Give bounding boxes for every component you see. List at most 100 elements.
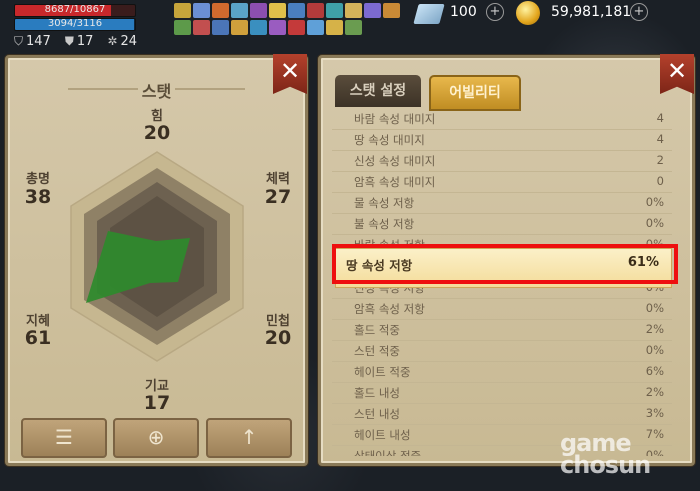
gem-icon (413, 4, 445, 24)
buff-icon[interactable] (383, 3, 400, 18)
row-value: 0% (645, 301, 664, 315)
list-item: 홀드 내성 2% (332, 382, 672, 404)
stat-value-dex: 17 (143, 392, 171, 414)
list-item: 암흑 속성 저항 0% (332, 298, 672, 320)
add-gold-button[interactable]: + (630, 3, 648, 21)
stat-label-wis: 총명 (26, 172, 50, 187)
buff-icon[interactable] (250, 19, 267, 35)
mp-text: 3094/3116 (47, 18, 103, 29)
close-ability-panel-button[interactable]: ✕ (660, 54, 694, 94)
row-value: 0% (645, 216, 664, 230)
row-name: 스턴 내성 (354, 407, 400, 421)
stat-value-str: 20 (143, 122, 171, 144)
row-value: 0% (645, 343, 664, 357)
list-item: 헤이트 적중 6% (332, 361, 672, 383)
gold-count: 59,981,181 (551, 4, 632, 20)
list-item: 홀드 적중 2% (332, 319, 672, 341)
defense-value: 17 (76, 34, 94, 49)
zoom-icon: ⊕ (147, 425, 165, 449)
stat-value-wis: 38 (24, 186, 52, 208)
buff-icon[interactable] (174, 19, 191, 35)
ability-panel: ✕ 스탯 설정 어빌리티 바람 속성 대미지 4 땅 속성 대미지 4 신성 속성 … (318, 54, 695, 466)
gold-coin-icon (516, 1, 540, 25)
highlighted-row-value: 61% (627, 255, 659, 270)
row-name: 물 속성 저항 (354, 196, 415, 210)
buff-icon[interactable] (307, 3, 324, 18)
hp-bar: 8687/10867 (14, 4, 136, 17)
highlighted-row[interactable]: 땅 속성 저항 61% (335, 248, 672, 288)
star-icon: ✲ (107, 34, 118, 48)
buff-icon[interactable] (250, 3, 267, 18)
row-name: 홀드 적중 (354, 323, 400, 337)
buff-icons (174, 3, 404, 35)
row-value: 6% (645, 364, 664, 378)
row-name: 암흑 속성 대미지 (354, 175, 436, 189)
buff-icon[interactable] (174, 3, 191, 18)
row-value: 2 (656, 153, 664, 167)
list-item: 불 속성 저항 0% (332, 213, 672, 235)
stat-panel: ✕ 스탯 힘 20 체력 27 민첩 20 기교 17 지혜 61 총명 38 … (5, 54, 308, 466)
row-value: 4 (656, 111, 664, 125)
add-gem-button[interactable]: + (486, 3, 504, 21)
buff-icon[interactable] (326, 19, 343, 35)
buff-icon[interactable] (326, 3, 343, 18)
list-item: 땅 속성 대미지 4 (332, 129, 672, 151)
buff-icon[interactable] (193, 3, 210, 18)
row-name: 헤이트 내성 (354, 428, 411, 442)
buff-icon[interactable] (231, 3, 248, 18)
row-value: 3% (645, 406, 664, 420)
buff-icon[interactable] (288, 3, 305, 18)
list-item: 바람 속성 대미지 4 (332, 108, 672, 130)
armor-icon: ⛊ (64, 34, 74, 48)
row-value: 2% (645, 322, 664, 336)
attack-value: 147 (26, 34, 51, 49)
row-value: 2% (645, 385, 664, 399)
stat-label-vit: 체력 (266, 172, 290, 187)
buff-icon[interactable] (212, 19, 229, 35)
buff-icon[interactable] (307, 19, 324, 35)
list-item: 스턴 적중 0% (332, 340, 672, 362)
attack-stat: ⛉ 147 (14, 34, 51, 49)
row-name: 바람 속성 대미지 (354, 112, 436, 126)
buff-icon[interactable] (269, 3, 286, 18)
stat-value-vit: 27 (264, 186, 292, 208)
row-name: 불 속성 저항 (354, 217, 415, 231)
gem-count: 100 (450, 4, 477, 20)
watermark-line2: chosun (560, 451, 651, 479)
buff-icon[interactable] (269, 19, 286, 35)
row-value: 0 (656, 174, 664, 188)
buff-icon[interactable] (193, 19, 210, 35)
shield-icon: ⛉ (14, 34, 24, 48)
row-name: 신성 속성 대미지 (354, 154, 436, 168)
list-icon: ☰ (55, 425, 73, 449)
list-item: 암흑 속성 대미지 0 (332, 171, 672, 193)
tab-stat-setting[interactable]: 스탯 설정 (335, 75, 421, 107)
list-item: 물 속성 저항 0% (332, 192, 672, 214)
tab-ability[interactable]: 어빌리티 (429, 75, 521, 111)
buff-icon[interactable] (231, 19, 248, 35)
list-item: 신성 속성 대미지 2 (332, 150, 672, 172)
mp-bar: 3094/3116 (14, 18, 136, 31)
defense-stat: ⛊ 17 (65, 34, 94, 49)
top-hud: 8687/10867 3094/3116 ⛉ 147 ⛊ 17 ✲ 24 100 + (0, 0, 700, 54)
watermark: game chosun (560, 431, 651, 479)
upgrade-button[interactable]: ↑ (206, 418, 292, 458)
row-name: 암흑 속성 저항 (354, 302, 425, 316)
extra-stat: ✲ 24 (107, 34, 137, 49)
row-name: 스턴 적중 (354, 344, 400, 358)
row-name: 헤이트 적중 (354, 365, 411, 379)
extra-value: 24 (120, 34, 138, 49)
buff-icon[interactable] (288, 19, 305, 35)
row-value: 0% (645, 195, 664, 209)
stat-list-button[interactable]: ☰ (21, 418, 107, 458)
buff-icon[interactable] (345, 3, 362, 18)
buff-icon[interactable] (364, 3, 381, 18)
row-name: 상태이상 적중 (354, 449, 422, 456)
buff-icon[interactable] (345, 19, 362, 35)
zoom-button[interactable]: ⊕ (113, 418, 199, 458)
row-name: 홀드 내성 (354, 386, 400, 400)
list-item: 스턴 내성 3% (332, 403, 672, 425)
arrow-up-icon: ↑ (240, 425, 258, 449)
buff-icon[interactable] (212, 3, 229, 18)
combat-stats: ⛉ 147 ⛊ 17 ✲ 24 (14, 34, 137, 49)
